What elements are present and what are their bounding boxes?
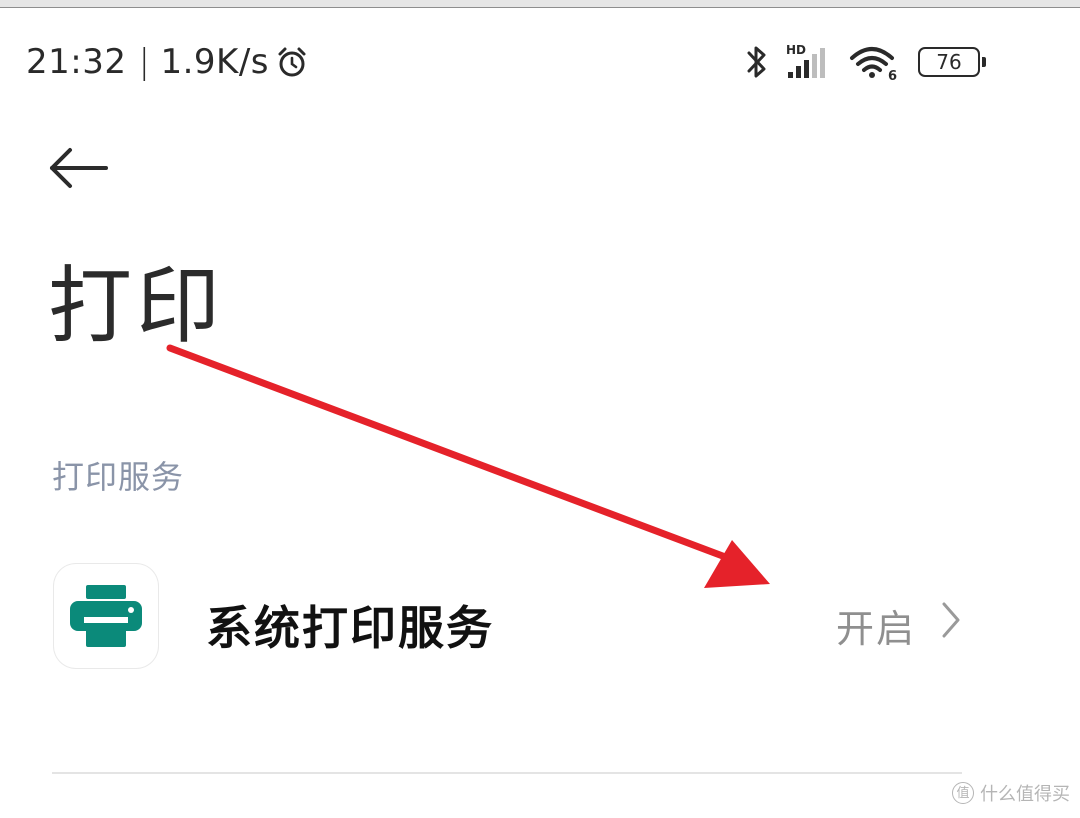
network-speed: 1.9K/s — [160, 42, 269, 82]
wifi-icon: 6 — [850, 47, 897, 82]
status-bar: 21:32 | 1.9K/s HD 6 76 — [0, 38, 1080, 88]
divider — [52, 772, 962, 774]
list-item-system-print-service[interactable]: 系统打印服务 开启 — [0, 556, 1080, 676]
wifi-badge: 6 — [888, 69, 897, 82]
watermark: 值 什么值得买 — [952, 780, 1070, 806]
chevron-right-icon — [942, 602, 960, 638]
status-bar-right: HD 6 76 — [744, 42, 986, 82]
item-title: 系统打印服务 — [206, 601, 494, 655]
status-bar-left: 21:32 | 1.9K/s — [26, 42, 309, 82]
status-separator: | — [138, 42, 151, 82]
status-time: 21:32 — [26, 42, 127, 82]
cellular-signal-icon: HD — [786, 43, 825, 78]
signal-hd-label: HD — [786, 43, 806, 57]
printer-icon — [70, 585, 142, 647]
window-top-border — [0, 0, 1080, 8]
alarm-icon — [278, 47, 306, 77]
item-status-value: 开启 — [836, 607, 917, 651]
app-icon — [54, 564, 158, 668]
back-arrow-icon[interactable] — [44, 140, 114, 196]
battery-level: 76 — [936, 50, 962, 74]
annotation-arrow — [166, 344, 770, 588]
watermark-text: 什么值得买 — [980, 784, 1070, 805]
section-header: 打印服务 — [52, 458, 185, 496]
watermark-badge: 值 — [952, 782, 974, 804]
bluetooth-icon — [747, 46, 766, 78]
page-title: 打印 — [48, 257, 225, 355]
battery-icon: 76 — [918, 47, 986, 77]
